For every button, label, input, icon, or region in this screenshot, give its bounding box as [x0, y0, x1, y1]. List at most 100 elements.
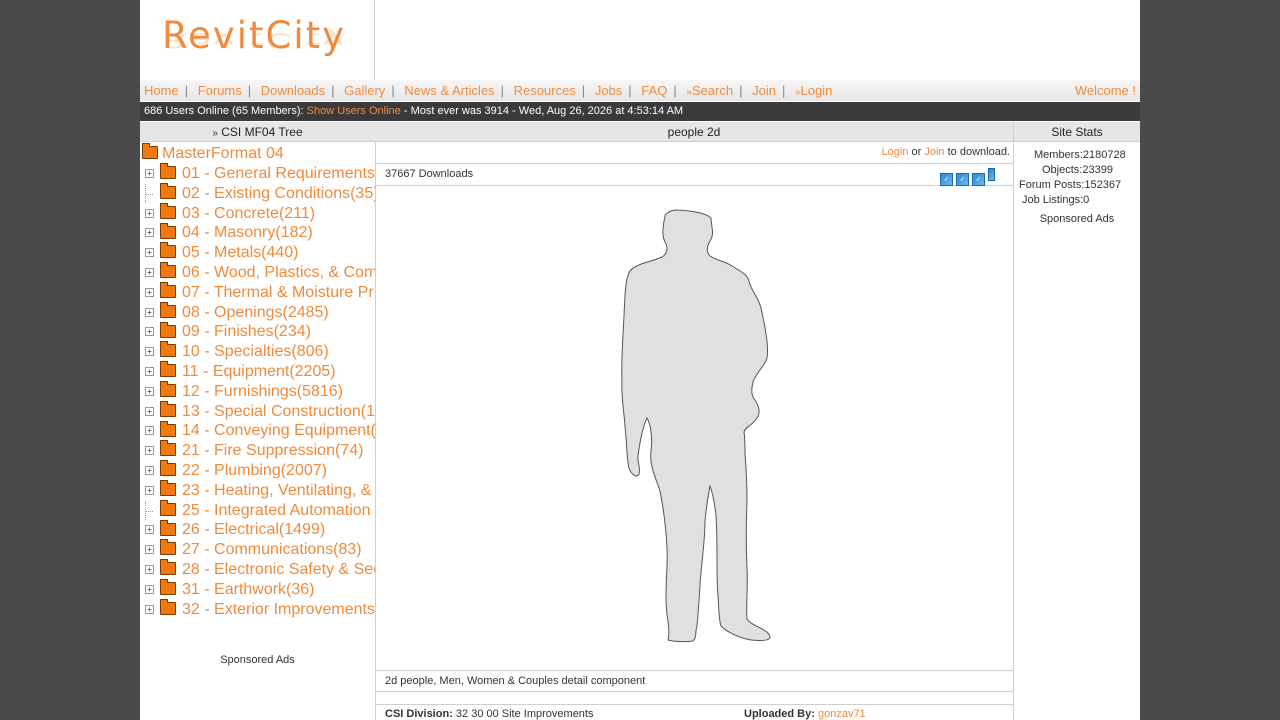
folder-icon [160, 519, 176, 536]
folder-icon [160, 242, 176, 259]
nav-login[interactable]: Login [801, 83, 833, 98]
folder-icon [160, 341, 176, 358]
tree-item-label: 14 - Conveying Equipment( [182, 422, 376, 440]
csi-division-value: 32 30 00 Site Improvements [455, 708, 594, 720]
folder-icon [160, 499, 176, 516]
nav-faq[interactable]: FAQ [641, 83, 667, 98]
tree-item[interactable]: +26 - Electrical(1499) [140, 519, 375, 540]
or-text: or [911, 146, 922, 158]
tree-header[interactable]: » CSI MF04 Tree [140, 122, 375, 142]
nav-resources[interactable]: Resources [514, 83, 576, 98]
tree-item[interactable]: +01 - General Requirements( [140, 163, 375, 184]
folder-icon [160, 202, 176, 219]
tree-item[interactable]: +21 - Fire Suppression(74) [140, 440, 375, 461]
page: RevitCity RevitCity Home | Forums | Downlo… [140, 0, 1140, 720]
nav-downloads[interactable]: Downloads [261, 83, 325, 98]
tree-item[interactable]: +10 - Specialties(806) [140, 341, 375, 362]
expand-plus-icon[interactable]: + [145, 386, 154, 396]
download-join-link[interactable]: Join [924, 146, 944, 158]
description-row: 2d people, Men, Women & Couples detail c… [375, 670, 1013, 692]
folder-icon [160, 480, 176, 497]
download-login-link[interactable]: Login [882, 146, 909, 158]
expand-plus-icon[interactable]: + [145, 347, 154, 357]
expand-plus-icon[interactable]: + [145, 604, 154, 614]
nav-forums[interactable]: Forums [198, 83, 242, 98]
expand-plus-icon[interactable]: + [145, 485, 154, 495]
expand-plus-icon[interactable]: + [145, 307, 154, 317]
folder-icon [160, 400, 176, 417]
expand-plus-icon[interactable]: + [145, 287, 154, 297]
tree-item-label: 03 - Concrete(211) [182, 204, 316, 222]
tree-item[interactable]: +28 - Electronic Safety & Sec [140, 559, 375, 580]
site-stats-panel: Site Stats Members:2180728 Objects:23399… [1013, 122, 1140, 720]
show-users-online-link[interactable]: Show Users Online [307, 105, 401, 117]
object-panel: people 2d Login or Join to download. 376… [375, 122, 1013, 720]
uploader-link[interactable]: gonzav71 [818, 708, 866, 720]
tree-item-label: 02 - Existing Conditions(35) [182, 184, 376, 202]
uploaded-by-label: Uploaded By: [744, 708, 815, 720]
tree-connector [145, 183, 155, 203]
tree-root-label: MasterFormat 04 [162, 145, 284, 162]
tree-item[interactable]: +27 - Communications(83) [140, 539, 375, 560]
stat-objects: Objects:23399 [1042, 164, 1113, 176]
expand-plus-icon[interactable]: + [145, 248, 154, 258]
expand-plus-icon[interactable]: + [145, 366, 154, 376]
folder-icon [160, 381, 176, 398]
tree-item[interactable]: 02 - Existing Conditions(35) [140, 183, 376, 204]
tree-root[interactable]: MasterFormat 04 [142, 143, 284, 164]
tree-item[interactable]: +32 - Exterior Improvements [140, 598, 375, 620]
nav-jobs[interactable]: Jobs [595, 83, 622, 98]
expand-plus-icon[interactable]: + [145, 564, 154, 574]
expand-plus-icon[interactable]: + [145, 426, 154, 436]
expand-plus-icon[interactable]: + [145, 169, 154, 178]
tree-item-label: 26 - Electrical(1499) [182, 521, 326, 539]
nav-join[interactable]: Join [752, 83, 776, 98]
tree-item[interactable]: +12 - Furnishings(5816) [140, 381, 375, 402]
expand-plus-icon[interactable]: + [145, 446, 154, 456]
tree-item[interactable]: +09 - Finishes(234) [140, 321, 375, 342]
tree-item[interactable]: +04 - Masonry(182) [140, 222, 375, 243]
tree-item[interactable]: +11 - Equipment(2205) [140, 361, 375, 382]
nav-gallery[interactable]: Gallery [344, 83, 385, 98]
tree-item[interactable]: +03 - Concrete(211) [140, 202, 375, 224]
logo-reflection: RevitCity [162, 28, 347, 52]
tree-item[interactable]: +23 - Heating, Ventilating, & [140, 480, 375, 501]
welcome-link[interactable]: Welcome ! [1075, 83, 1136, 98]
folder-icon [160, 440, 176, 457]
expand-plus-icon[interactable]: + [145, 465, 154, 475]
folder-icon [160, 460, 176, 477]
person-silhouette-shape [621, 209, 771, 643]
expand-plus-icon[interactable]: + [145, 545, 154, 555]
tree-item[interactable]: +22 - Plumbing(2007) [140, 460, 375, 481]
tree-item-label: 09 - Finishes(234) [182, 323, 311, 341]
expand-plus-icon[interactable]: + [145, 584, 154, 594]
most-ever-text: - Most ever was 3914 - Wed, Aug 26, 2026… [403, 105, 684, 117]
tree-chevron-icon: » [212, 128, 218, 139]
tree-item[interactable]: +08 - Openings(2485) [140, 301, 375, 323]
expand-plus-icon[interactable]: + [145, 208, 154, 218]
logo[interactable]: RevitCity RevitCity [140, 0, 375, 80]
stat-members: Members:2180728 [1034, 149, 1126, 161]
nav-home[interactable]: Home [144, 83, 179, 98]
expand-plus-icon[interactable]: + [145, 406, 154, 416]
tree-item[interactable]: +07 - Thermal & Moisture Pr [140, 282, 375, 303]
tree-item[interactable]: +06 - Wood, Plastics, & Comp [140, 262, 375, 283]
tree-item-label: 13 - Special Construction(1 [182, 402, 375, 420]
tree-item[interactable]: +31 - Earthwork(36) [140, 579, 375, 600]
object-preview[interactable] [375, 186, 1013, 670]
nav-news-articles[interactable]: News & Articles [404, 83, 494, 98]
tree-item[interactable]: 25 - Integrated Automation [140, 499, 375, 521]
expand-plus-icon[interactable]: + [145, 228, 154, 238]
tree-item[interactable]: +14 - Conveying Equipment( [140, 420, 376, 441]
nav-search[interactable]: Search [692, 83, 733, 98]
expand-plus-icon[interactable]: + [145, 327, 154, 337]
stat-forum-posts: Forum Posts:152367 [1019, 179, 1122, 191]
tree-item[interactable]: +13 - Special Construction(1 [140, 400, 375, 422]
sponsored-ads-left: Sponsored Ads [220, 654, 295, 666]
tree-item[interactable]: +05 - Metals(440) [140, 242, 375, 263]
expand-plus-icon[interactable]: + [145, 525, 154, 535]
main-nav: Home | Forums | Downloads | Gallery | News &… [140, 80, 1140, 101]
expand-plus-icon[interactable]: + [145, 267, 154, 277]
download-row: 37667 Downloads ✓ ✓ ✓ [375, 163, 1013, 186]
users-online-text: 686 Users Online (65 Members): [144, 105, 304, 117]
